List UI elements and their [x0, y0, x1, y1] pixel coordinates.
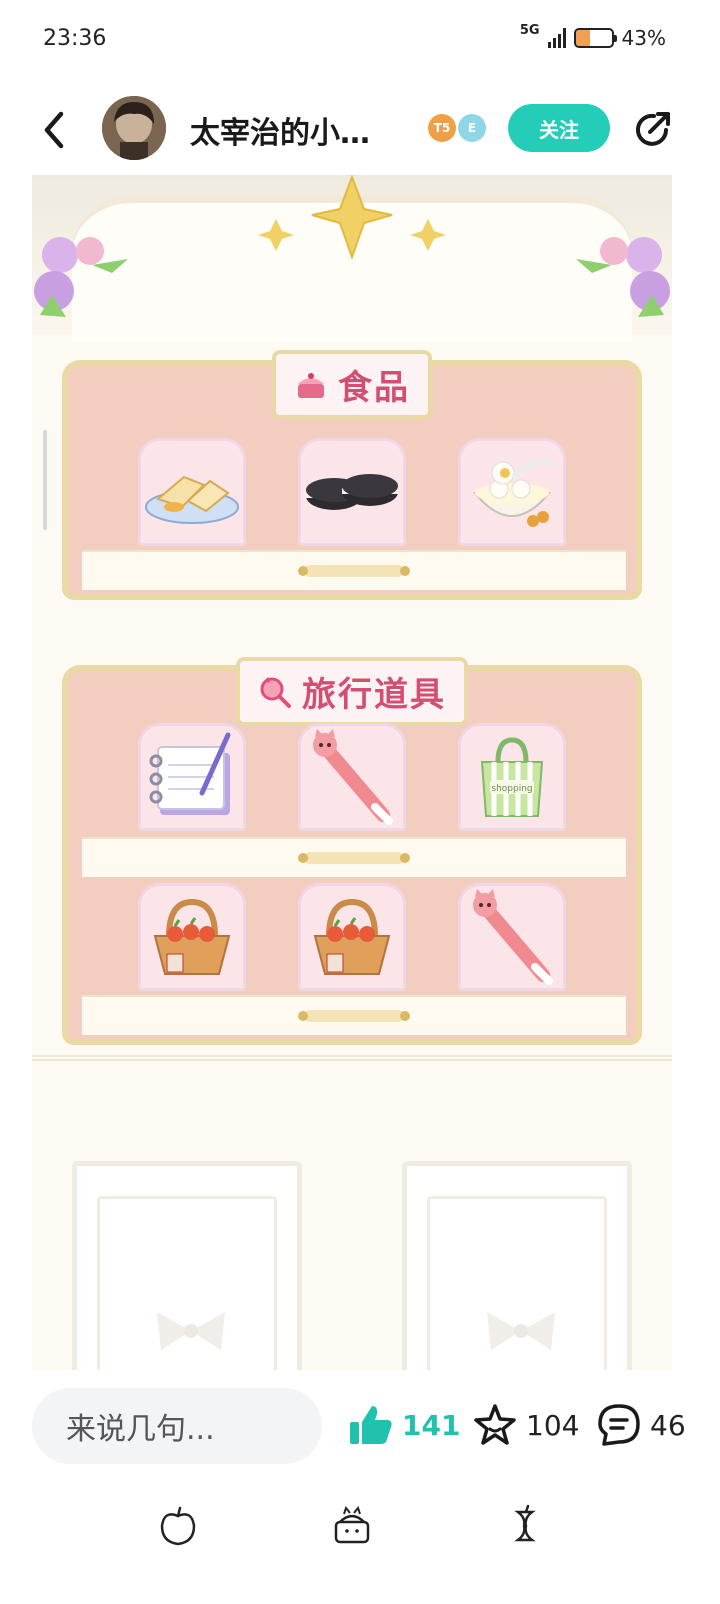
- notebook-pen-icon: [149, 732, 231, 815]
- shelf-title-travel: 旅行道具: [302, 675, 446, 715]
- snack-basket-icon: [153, 898, 231, 975]
- shelf-title-box: 食品: [272, 350, 432, 419]
- cabinet-top: [32, 175, 672, 343]
- item-notebook-pen[interactable]: [138, 723, 246, 831]
- rice-ball-soup-icon: [472, 459, 554, 527]
- cake-cat-icon: [334, 1505, 370, 1544]
- flower-decoration-icon: [34, 237, 128, 317]
- bag-label: shopping: [491, 784, 532, 794]
- signal-icon: [547, 28, 566, 48]
- profile-header: 太宰治的小… T5 E 关注: [0, 90, 720, 170]
- drawer-handle: [298, 1010, 410, 1022]
- shelf-row: [82, 438, 622, 550]
- status-indicators: 5G 43%: [519, 22, 666, 51]
- cabinet-lower: [32, 1055, 672, 1370]
- shelf-title-box: 旅行道具: [236, 657, 468, 726]
- shelf-board: [82, 550, 626, 590]
- share-icon: [636, 112, 670, 146]
- nav-item-apple[interactable]: [156, 1504, 200, 1548]
- shelf-row: shopping: [82, 723, 622, 835]
- like-button[interactable]: 141: [348, 1402, 460, 1448]
- item-rice-ball-soup[interactable]: [458, 438, 566, 546]
- bottom-nav: [0, 1490, 720, 1604]
- comment-bubble-icon: [598, 1404, 640, 1446]
- item-cat-pen[interactable]: [298, 723, 406, 831]
- avatar-image: [102, 96, 166, 160]
- item-cat-pen[interactable]: [458, 883, 566, 991]
- star-ornament-icon: [258, 175, 446, 261]
- toast-sandwich-icon: [145, 475, 239, 524]
- item-toast-sandwich[interactable]: [138, 438, 246, 546]
- cabinet-door: [402, 1161, 632, 1370]
- favorite-button[interactable]: 104: [472, 1402, 579, 1448]
- bow-icon: [157, 1312, 225, 1350]
- network-label: 5G: [519, 22, 540, 38]
- cabinet-door: [72, 1161, 302, 1370]
- nav-item-apple-core[interactable]: [504, 1504, 548, 1548]
- shelf-row: [82, 883, 622, 995]
- shelf-board: [82, 837, 626, 877]
- creator-badge: E: [458, 114, 486, 142]
- chevron-left-icon: [44, 111, 64, 149]
- bow-icon: [487, 1312, 555, 1350]
- action-bar: 来说几句... 141 104 46: [0, 1370, 720, 1480]
- avatar[interactable]: [102, 96, 166, 160]
- shelf-food: 食品: [62, 350, 642, 600]
- scroll-indicator: [43, 430, 47, 530]
- comment-count: 46: [650, 1408, 686, 1442]
- battery-icon: [573, 28, 617, 48]
- cat-pen-icon: [473, 889, 553, 985]
- level-badge: T5: [428, 114, 456, 142]
- drawer-handle: [298, 565, 410, 577]
- profile-name[interactable]: 太宰治的小…: [190, 108, 370, 152]
- snack-basket-icon: [313, 898, 391, 975]
- status-bar: 23:36 5G 43%: [0, 0, 720, 80]
- drawer-handle: [298, 852, 410, 864]
- like-count: 141: [402, 1408, 461, 1442]
- magnifier-icon: [260, 676, 291, 708]
- cat-pen-icon: [313, 729, 393, 825]
- item-shopping-bag[interactable]: shopping: [458, 723, 566, 831]
- item-sandwich-cookies[interactable]: [298, 438, 406, 546]
- shelf-board: [82, 995, 626, 1035]
- flower-decoration-icon: [576, 237, 670, 317]
- user-badges: T5 E: [428, 114, 486, 142]
- share-button[interactable]: [632, 108, 674, 150]
- apple-core-icon: [514, 1504, 536, 1542]
- star-icon: [474, 1404, 516, 1445]
- shelf-travel: 旅行道具 shopping: [62, 657, 642, 1045]
- item-snack-basket[interactable]: [138, 883, 246, 991]
- apple-icon: [160, 1506, 196, 1546]
- battery-percent: 43%: [621, 26, 666, 50]
- item-snack-basket[interactable]: [298, 883, 406, 991]
- follow-button[interactable]: 关注: [508, 104, 610, 152]
- shopping-bag-icon: shopping: [480, 737, 544, 817]
- sandwich-cookies-icon: [306, 474, 398, 510]
- status-time: 23:36: [43, 26, 107, 51]
- comment-input[interactable]: 来说几句...: [32, 1388, 322, 1464]
- back-button[interactable]: [36, 108, 72, 152]
- comment-button[interactable]: 46: [596, 1402, 686, 1448]
- nav-item-cake[interactable]: [330, 1504, 374, 1548]
- favorite-count: 104: [526, 1408, 580, 1442]
- cake-icon: [298, 372, 324, 398]
- thumbs-up-icon: [350, 1406, 392, 1444]
- post-image[interactable]: 食品 旅行道具 shopping: [32, 175, 672, 1370]
- shelf-title-food: 食品: [338, 368, 410, 408]
